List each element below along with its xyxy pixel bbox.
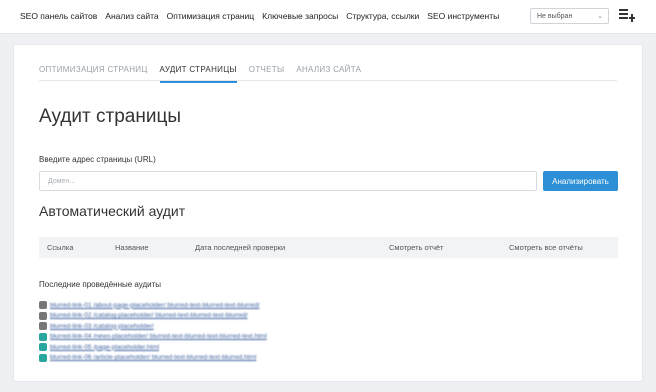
url-input[interactable] [39, 171, 537, 191]
project-select[interactable]: Не выбран ⌄ [530, 8, 609, 24]
list-item: blurred-link-02 /catalog-placeholder/ bl… [39, 311, 267, 322]
project-select-value: Не выбран [537, 13, 573, 20]
chevron-down-icon: ⌄ [597, 13, 603, 20]
nav-keywords[interactable]: Ключевые запросы [262, 11, 338, 21]
nav-structure-links[interactable]: Структура, ссылки [346, 11, 419, 21]
nav-page-optimization[interactable]: Оптимизация страниц [167, 11, 255, 21]
analyze-button[interactable]: Анализировать [543, 171, 618, 191]
printer-icon [39, 332, 47, 341]
nav-site-analysis[interactable]: Анализ сайта [105, 11, 158, 21]
audit-link[interactable]: blurred-link-06 /article-placeholder/ bl… [50, 354, 256, 361]
col-name: Название [115, 243, 149, 252]
audit-table-header: Ссылка Название Дата последней проверки … [39, 237, 618, 258]
lock-icon [39, 301, 47, 310]
col-link: Ссылка [47, 243, 74, 252]
tabs-divider [39, 80, 617, 81]
list-item: blurred-link-03 /catalog-placeholder/ [39, 321, 267, 332]
recent-audits-label: Последние проведённые аудиты [39, 280, 162, 289]
lock-icon [39, 322, 47, 331]
col-view-all-reports: Смотреть все отчёты [509, 243, 583, 252]
printer-icon [39, 343, 47, 352]
url-label: Введите адрес страницы (URL) [39, 155, 156, 164]
page-title: Аудит страницы [39, 106, 181, 127]
recent-audits-list: blurred-link-01 /about-page-placeholder/… [39, 300, 267, 363]
auto-audit-title: Автоматический аудит [39, 203, 186, 219]
list-item: blurred-link-04 /news-placeholder/ blurr… [39, 332, 267, 343]
list-item: blurred-link-01 /about-page-placeholder/… [39, 300, 267, 311]
add-list-icon[interactable] [619, 8, 635, 22]
top-nav: SEO панель сайтов Анализ сайта Оптимизац… [20, 11, 499, 21]
main-card: ОПТИМИЗАЦИЯ СТРАНИЦ АУДИТ СТРАНИЦЫ ОТЧЕТ… [13, 44, 643, 382]
printer-icon [39, 353, 47, 362]
audit-link[interactable]: blurred-link-02 /catalog-placeholder/ bl… [50, 312, 248, 319]
list-item: blurred-link-06 /article-placeholder/ bl… [39, 353, 267, 364]
top-bar: SEO панель сайтов Анализ сайта Оптимизац… [0, 0, 656, 34]
col-last-check: Дата последней проверки [195, 243, 286, 252]
audit-link[interactable]: blurred-link-05 /page-placeholder.html [50, 344, 159, 351]
nav-seo-panel[interactable]: SEO панель сайтов [20, 11, 97, 21]
col-view-report: Смотреть отчёт [389, 243, 444, 252]
audit-link[interactable]: blurred-link-03 /catalog-placeholder/ [50, 323, 154, 330]
lock-icon [39, 311, 47, 320]
audit-link[interactable]: blurred-link-04 /news-placeholder/ blurr… [50, 333, 267, 340]
list-item: blurred-link-05 /page-placeholder.html [39, 342, 267, 353]
audit-link[interactable]: blurred-link-01 /about-page-placeholder/… [50, 302, 260, 309]
nav-seo-tools[interactable]: SEO инструменты [427, 11, 499, 21]
